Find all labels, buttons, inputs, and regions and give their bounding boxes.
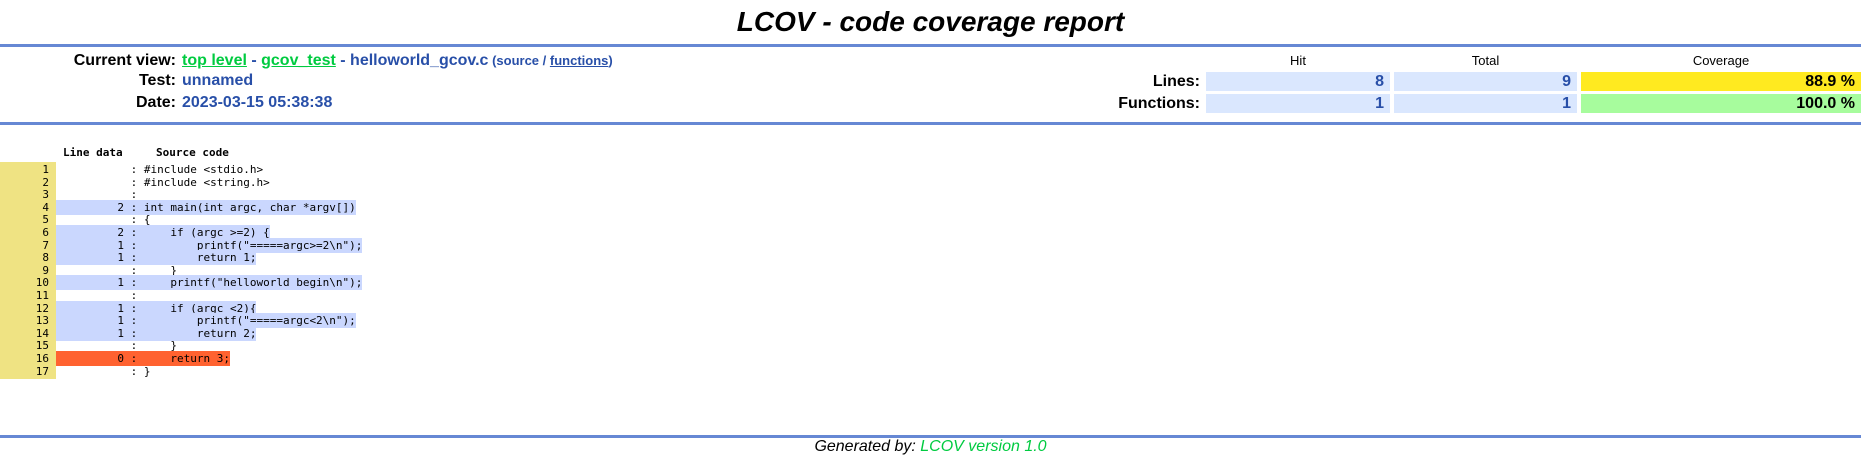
breadcrumb-separator: - — [246, 52, 262, 69]
date-value: 2023-03-15 05:38:38 — [182, 94, 333, 111]
code-text: int main(int argc, char *argv[]) — [143, 200, 356, 214]
lcov-version-link[interactable]: LCOV version 1.0 — [920, 438, 1046, 455]
current-view-label: Current view: — [73, 52, 176, 69]
functions-hit: 1 — [1206, 94, 1390, 113]
test-label: Test: — [138, 72, 176, 89]
breadcrumb: top level - gcov_test - helloworld_gcov.… — [182, 50, 613, 72]
code-text: return 3; — [143, 352, 230, 365]
code-text: #include <string.h> — [143, 175, 270, 189]
date-label: Date: — [135, 94, 176, 111]
line-data-header: Line data — [63, 146, 123, 159]
col-total-header: Total — [1471, 53, 1500, 68]
breadcrumb-dir-link[interactable]: gcov_test — [261, 52, 336, 69]
source-view-label: source — [496, 53, 540, 68]
test-value: unnamed — [182, 72, 254, 89]
generated-by-label: Generated by: — [814, 438, 921, 455]
view-switch-paren: ) — [608, 53, 613, 68]
lines-hit: 8 — [1206, 72, 1390, 91]
line-code: : } — [56, 364, 151, 379]
header-top-ruler — [0, 44, 1861, 47]
breadcrumb-separator: - — [335, 52, 351, 69]
count-separator: : — [124, 364, 144, 378]
lines-label: Lines: — [1152, 73, 1200, 90]
source-code-header: Source code — [156, 146, 229, 159]
functions-coverage: 100.0 % — [1581, 94, 1861, 113]
code-text: printf("helloworld begin\n"); — [143, 276, 363, 290]
line-number: 17 — [0, 363, 56, 379]
page-title: LCOV - code coverage report — [736, 6, 1125, 37]
header-bottom-ruler — [0, 122, 1861, 125]
col-hit-header: Hit — [1290, 53, 1306, 68]
col-coverage-header: Coverage — [1692, 53, 1750, 68]
view-switch: (source / functions) — [488, 53, 613, 68]
breadcrumb-top-level-link[interactable]: top level — [182, 52, 247, 69]
functions-label: Functions: — [1118, 95, 1200, 112]
breadcrumb-file: helloworld_gcov.c — [350, 52, 489, 69]
code-text: } — [143, 364, 151, 378]
functions-view-link[interactable]: functions — [550, 53, 609, 68]
functions-total: 1 — [1394, 94, 1577, 113]
footer: Generated by: LCOV version 1.0 — [0, 438, 1861, 456]
lines-coverage: 88.9 % — [1581, 72, 1861, 91]
view-switch-slash: / — [539, 53, 550, 68]
lines-total: 9 — [1394, 72, 1577, 91]
